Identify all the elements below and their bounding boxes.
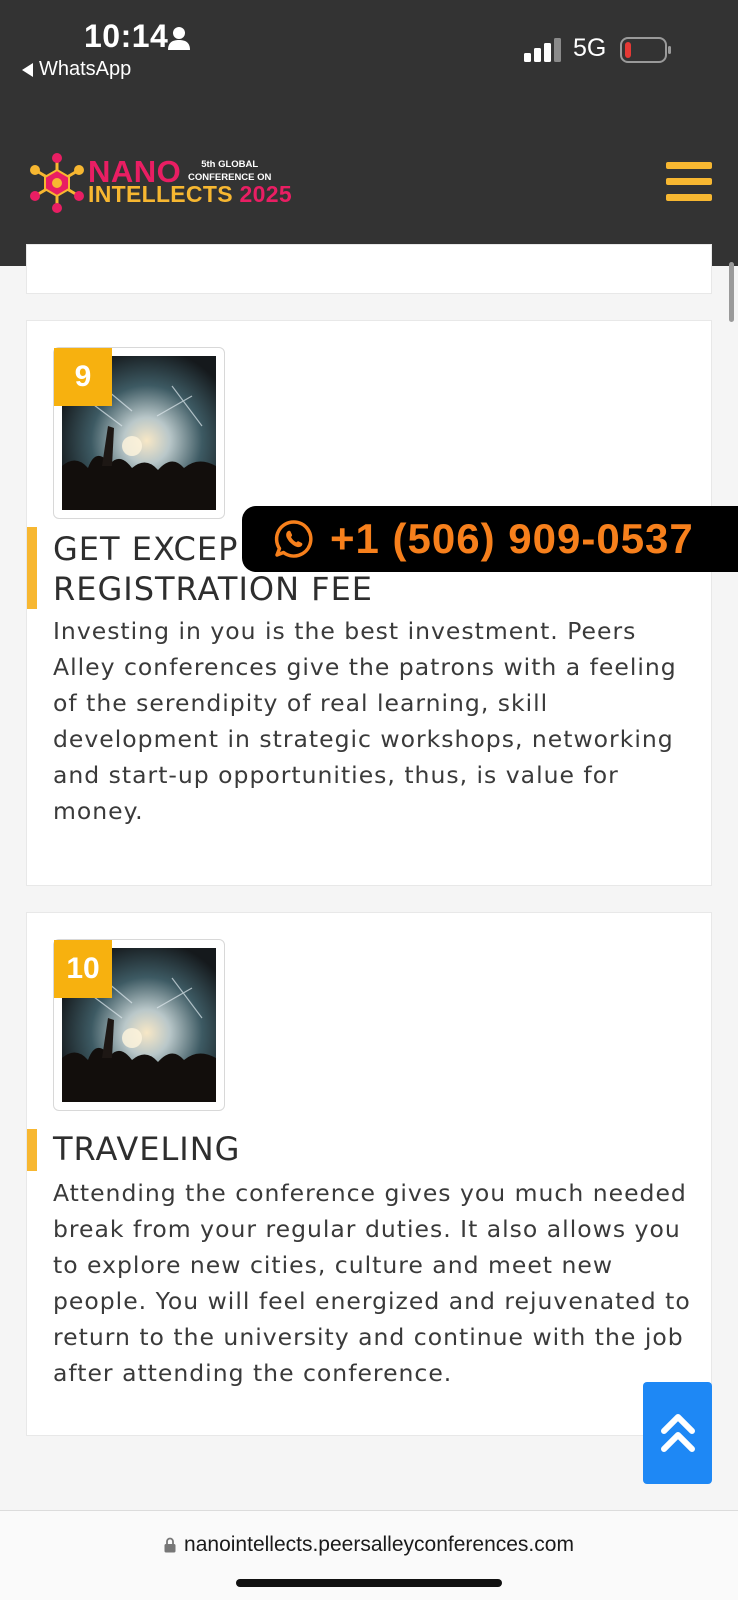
whatsapp-phone-number: +1 (506) 909-0537 [330, 515, 694, 562]
benefit-card: 10 TRAVELING Attending the conference gi… [26, 912, 712, 1436]
site-logo[interactable]: NANO 5th GLOBAL CONFERENCE ON INTELLECTS… [28, 150, 298, 216]
back-app-label: WhatsApp [39, 58, 132, 80]
back-to-top-button[interactable] [643, 1382, 712, 1484]
logo-word-intellects: INTELLECTS 2025 [88, 181, 292, 207]
url-text: nanointellects.peersalleyconferences.com [184, 1533, 574, 1556]
hamburger-menu-button[interactable] [666, 162, 712, 202]
title-accent-bar [27, 1129, 37, 1171]
battery-icon [620, 37, 671, 63]
molecule-logo-icon [30, 153, 84, 213]
back-to-app-link[interactable]: WhatsApp [22, 58, 131, 81]
lock-icon [164, 1537, 176, 1553]
double-chevron-up-icon [660, 1414, 695, 1452]
signal-strength-icon [524, 38, 561, 62]
home-indicator [236, 1579, 502, 1587]
card-thumbnail: 10 [53, 939, 225, 1111]
card-number-badge: 9 [54, 348, 112, 406]
card-description: Attending the conference gives you much … [53, 1179, 691, 1387]
card-number-badge: 10 [54, 940, 112, 998]
card-title: TRAVELING [53, 1130, 241, 1168]
status-time: 10:14 [84, 18, 169, 54]
benefit-card: 9 GET EXCEP REGISTRATION FEE Investing i… [26, 320, 712, 886]
person-icon [168, 27, 190, 50]
whatsapp-icon [274, 520, 313, 558]
back-arrow-icon [22, 62, 33, 77]
scrollbar-thumb[interactable] [729, 262, 734, 322]
browser-address-bar[interactable]: nanointellects.peersalleyconferences.com [0, 1510, 738, 1600]
app-header: 10:14 WhatsApp 5G NANO 5th GLOBAL CONFER… [0, 0, 738, 266]
card-description: Investing in you is the best investment.… [53, 617, 677, 825]
previous-card [26, 244, 712, 294]
title-accent-bar [27, 527, 37, 609]
card-thumbnail: 9 [53, 347, 225, 519]
network-type: 5G [573, 34, 607, 62]
logo-year: 2025 [239, 181, 292, 207]
whatsapp-contact-button[interactable]: +1 (506) 909-0537 [242, 506, 738, 572]
